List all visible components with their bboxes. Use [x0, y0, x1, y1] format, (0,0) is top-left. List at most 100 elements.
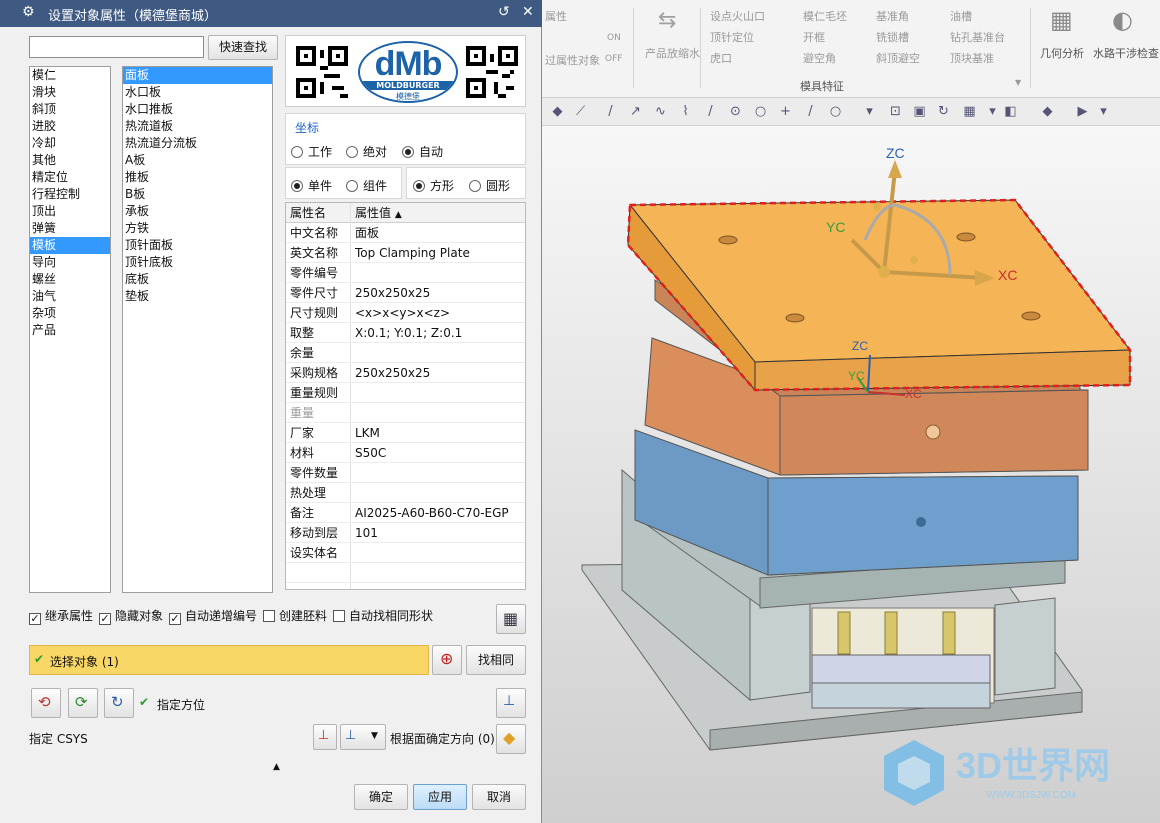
part-item[interactable]: 水口板 [123, 84, 272, 101]
refresh-icon[interactable]: ↻ [936, 104, 951, 119]
radio-absolute[interactable]: 绝对 [346, 143, 387, 160]
apply-button[interactable]: 应用 [413, 784, 467, 810]
origin-handle[interactable] [878, 266, 890, 278]
table-row[interactable]: 尺寸规则 <x>x<y>x<z> [286, 303, 525, 323]
image-icon[interactable]: ▣ [912, 104, 927, 119]
category-item[interactable]: 进胶 [30, 118, 110, 135]
part-item[interactable]: 顶针底板 [123, 254, 272, 271]
category-item[interactable]: 斜顶 [30, 101, 110, 118]
close-icon[interactable]: ✕ [522, 4, 534, 20]
table-row[interactable]: 零件编号 [286, 263, 525, 283]
property-value[interactable]: 面板 [355, 223, 523, 243]
find-same-button[interactable]: 找相同 [466, 645, 526, 675]
property-value[interactable] [355, 343, 523, 363]
category-item[interactable]: 滑块 [30, 84, 110, 101]
table-row[interactable]: 采购规格 250x250x25 [286, 363, 525, 383]
ribbon-cmd-block[interactable]: 顶块基准 [950, 50, 994, 66]
rotate-y-button[interactable]: ⟳ [68, 688, 98, 718]
property-value[interactable] [355, 403, 523, 423]
part-item[interactable]: 面板 [123, 67, 272, 84]
property-value[interactable]: AI2025-A60-B60-C70-EGP [355, 503, 523, 523]
category-item[interactable]: 冷却 [30, 135, 110, 152]
water-check-icon[interactable]: ◐ [1112, 6, 1133, 34]
category-list[interactable]: 模仁 滑块 斜顶 进胶 冷却 其他 精定位 行程控制 顶出 弹簧 模板 导向 螺丝 油气 杂项 产品 [29, 66, 111, 593]
line-icon[interactable]: / [803, 104, 818, 119]
ribbon-object-attr-label[interactable]: 过属性对象 [545, 52, 600, 68]
part-item[interactable]: B板 [123, 186, 272, 203]
point-icon[interactable]: ○ [753, 104, 768, 119]
property-value[interactable] [355, 383, 523, 403]
csys-type-dropdown[interactable]: ⊥ ▼ [340, 724, 386, 750]
rotate-point[interactable] [910, 256, 918, 264]
table-row[interactable] [286, 563, 525, 583]
ribbon-cmd-gate[interactable]: 设点火山口 [710, 8, 765, 24]
property-value[interactable] [355, 563, 523, 583]
gear-icon[interactable]: ⚙ [22, 4, 35, 20]
table-row[interactable]: 零件尺寸 250x250x25 [286, 283, 525, 303]
fit-view-icon[interactable]: ⊡ [888, 104, 903, 119]
property-value[interactable]: LKM [355, 423, 523, 443]
point-icon[interactable]: ○ [828, 104, 843, 119]
auto-increment-checkbox[interactable]: ✓ 自动递增编号 [169, 607, 257, 625]
rotate-x-button[interactable]: ⟲ [31, 688, 61, 718]
plus-icon[interactable]: + [778, 104, 793, 119]
reset-icon[interactable]: ↺ [498, 4, 510, 20]
chevron-down-icon[interactable]: ▼ [1015, 78, 1021, 87]
table-row[interactable]: 热处理 [286, 483, 525, 503]
property-value[interactable] [355, 263, 523, 283]
ribbon-geometry-analysis[interactable]: 几何分析 [1040, 45, 1084, 61]
property-value[interactable] [355, 543, 523, 563]
ribbon-cmd-blank[interactable]: 模仁毛坯 [803, 8, 847, 24]
cube-icon[interactable]: ◆ [550, 104, 565, 119]
chevron-down-icon[interactable]: ▾ [862, 104, 877, 119]
radio-auto[interactable]: 自动 [402, 143, 443, 160]
part-item[interactable]: A板 [123, 152, 272, 169]
category-item[interactable]: 螺丝 [30, 271, 110, 288]
auto-find-shape-checkbox[interactable]: 自动找相同形状 [333, 607, 433, 624]
search-input[interactable] [29, 36, 204, 58]
part-item[interactable]: 方铁 [123, 220, 272, 237]
table-row[interactable]: 设实体名 [286, 543, 525, 563]
inherit-attr-checkbox[interactable]: ✓ 继承属性 [29, 607, 93, 625]
radio-assembly[interactable]: 组件 [346, 177, 387, 194]
table-row[interactable]: 中文名称 面板 [286, 223, 525, 243]
create-blank-checkbox[interactable]: 创建胚料 [263, 607, 327, 624]
table-row[interactable]: 厂家 LKM [286, 423, 525, 443]
col-header-name[interactable]: 属性名 [290, 203, 350, 223]
category-item[interactable]: 顶出 [30, 203, 110, 220]
shading-icon[interactable]: ◧ [1003, 104, 1018, 119]
category-item[interactable]: 弹簧 [30, 220, 110, 237]
category-item[interactable]: 产品 [30, 322, 110, 339]
dialog-titlebar[interactable]: ⚙ 设置对象属性（模德堡商城） ↺ ✕ [0, 0, 542, 27]
table-row[interactable]: 取整 X:0.1; Y:0.1; Z:0.1 [286, 323, 525, 343]
part-item[interactable]: 顶针面板 [123, 237, 272, 254]
ribbon-off-toggle[interactable]: OFF [605, 54, 622, 64]
ribbon-cmd-lifter[interactable]: 斜顶避空 [876, 50, 920, 66]
rotate-point[interactable] [873, 203, 881, 211]
ribbon-shrink-button[interactable]: 产品放缩水 [645, 45, 700, 61]
collapse-icon[interactable]: ▲ [273, 762, 280, 772]
property-value[interactable]: X:0.1; Y:0.1; Z:0.1 [355, 323, 523, 343]
table-row[interactable]: 材料 S50C [286, 443, 525, 463]
render-icon[interactable]: ◆ [1040, 104, 1055, 119]
part-item[interactable]: 承板 [123, 203, 272, 220]
part-item[interactable]: 水口推板 [123, 101, 272, 118]
ribbon-property-label[interactable]: 属性 [545, 8, 567, 24]
filter-icon[interactable]: ▶ [1075, 104, 1090, 119]
radio-round[interactable]: 圆形 [469, 177, 510, 194]
curve-icon[interactable]: ↗ [628, 104, 643, 119]
part-item[interactable]: 热流道板 [123, 118, 272, 135]
property-value[interactable]: S50C [355, 443, 523, 463]
property-value[interactable]: 101 [355, 523, 523, 543]
category-item[interactable]: 导向 [30, 254, 110, 271]
table-row[interactable]: 重量 [286, 403, 525, 423]
shrink-icon[interactable]: ⇆ [658, 8, 676, 33]
circle-icon[interactable]: ⊙ [728, 104, 743, 119]
chevron-down-icon[interactable]: ▾ [1096, 104, 1111, 119]
crosshair-button[interactable]: ⊕ [432, 645, 462, 675]
csys-dialog-button[interactable]: ⊥ [496, 688, 526, 718]
property-value[interactable]: 250x250x25 [355, 363, 523, 383]
rotate-90-button[interactable]: ↻ [104, 688, 134, 718]
part-item[interactable]: 热流道分流板 [123, 135, 272, 152]
hide-object-checkbox[interactable]: ✓ 隐藏对象 [99, 607, 163, 625]
